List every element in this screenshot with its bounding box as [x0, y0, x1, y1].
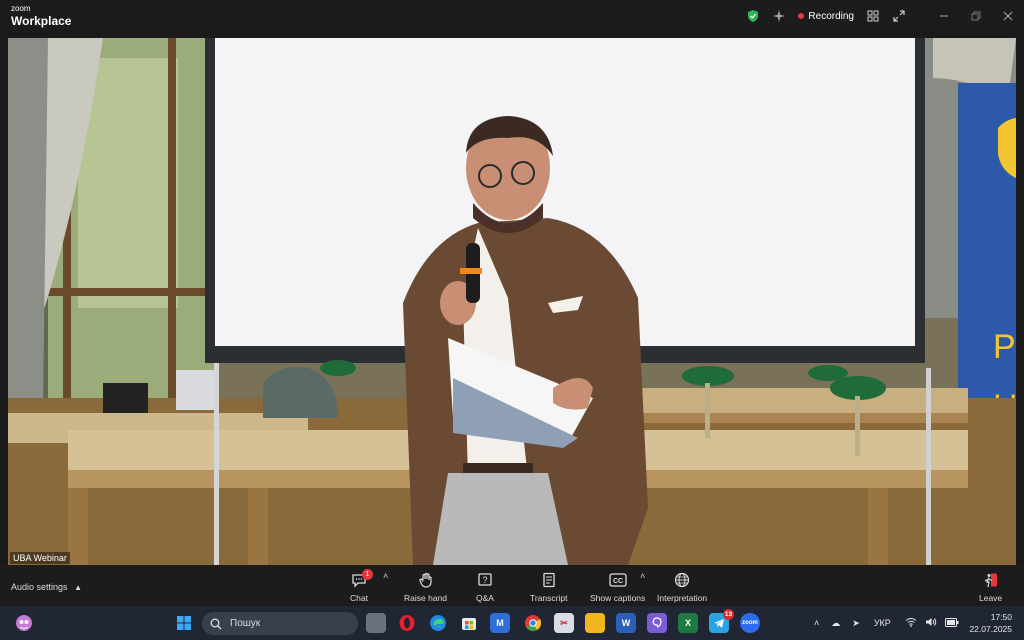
brand-name: Workplace [11, 14, 72, 28]
speaker-name-label: UBA Webinar [10, 552, 70, 564]
search-icon [210, 618, 222, 629]
chat-icon: 1 [350, 569, 373, 589]
telegram-unread-badge: 13 [723, 609, 734, 620]
excel-icon[interactable]: X [678, 613, 698, 633]
hand-icon [417, 571, 435, 589]
show-captions-label: Show captions [590, 593, 646, 603]
interpretation-button[interactable]: Interpretation [657, 571, 707, 603]
chat-label: Chat [350, 593, 368, 603]
minimize-button[interactable] [928, 0, 960, 32]
leave-button[interactable]: Leave [979, 571, 1002, 603]
location-arrow-icon[interactable]: ➤ [852, 618, 860, 629]
brand-small: zoom [11, 4, 31, 13]
onedrive-cloud-icon[interactable]: ☁ [831, 618, 840, 629]
qa-label: Q&A [476, 593, 494, 603]
title-bar-controls: Recording [740, 0, 1024, 32]
file-explorer-icon[interactable] [585, 613, 605, 633]
audio-settings-button[interactable]: Audio settings ▲ [11, 582, 82, 592]
audio-settings-label: Audio settings [11, 582, 68, 592]
word-icon[interactable]: W [616, 613, 636, 633]
telegram-icon[interactable]: 13 [709, 609, 734, 633]
opera-icon[interactable] [397, 613, 417, 633]
raise-hand-button[interactable]: Raise hand [404, 571, 447, 603]
zoom-app-icon[interactable]: zoom [740, 613, 760, 633]
show-captions-button[interactable]: CC Show captions [590, 571, 645, 603]
question-icon: ? [476, 571, 494, 589]
recording-dot-icon [798, 13, 805, 19]
chat-options-chevron-icon[interactable]: ˄ [383, 571, 388, 581]
show-hidden-icons-chevron-icon[interactable]: ˄ [814, 618, 819, 628]
gallery-view-icon[interactable] [862, 5, 884, 27]
chat-button[interactable]: 1 Chat [350, 569, 373, 603]
edge-icon[interactable] [428, 613, 448, 633]
taskbar-clock[interactable]: 17:50 22.07.2025 [969, 611, 1012, 635]
app-tile-icon[interactable]: M [490, 613, 510, 633]
chat-unread-badge: 1 [362, 569, 373, 580]
svg-text:?: ? [482, 575, 487, 585]
clock-time: 17:50 [990, 612, 1012, 622]
zoom-window: zoom Workplace Recording Р UBA Webinar A… [0, 0, 1024, 640]
video-frame-illustration: Р Н Г [8, 38, 1016, 565]
leave-label: Leave [979, 593, 1003, 603]
system-tray: ˄ ☁ ➤ УКР [814, 606, 959, 640]
ai-companion-icon[interactable] [768, 5, 790, 27]
windows-taskbar: Пошук M ✂ W X 13 zoom ˄ ☁ ➤ УКР 17:50 22… [0, 606, 1024, 640]
raise-hand-label: Raise hand [404, 593, 448, 603]
zoom-logo: zoom Workplace [11, 4, 72, 28]
clock-date: 22.07.2025 [969, 624, 1012, 634]
copilot-mascot-icon[interactable] [14, 613, 34, 633]
svg-text:CC: CC [613, 578, 623, 585]
task-view-icon[interactable] [366, 613, 386, 633]
shield-check-icon[interactable] [742, 5, 764, 27]
microsoft-store-icon[interactable] [459, 613, 479, 633]
taskbar-search-input[interactable]: Пошук [202, 612, 358, 635]
qa-button[interactable]: ? Q&A [476, 571, 494, 603]
transcript-icon [540, 571, 558, 589]
interpretation-label: Interpretation [657, 593, 708, 603]
windows-start-icon[interactable] [174, 613, 194, 633]
speaker-video[interactable]: Р Н Г [8, 38, 1016, 565]
volume-icon[interactable] [925, 617, 937, 629]
recording-indicator[interactable]: Recording [798, 11, 854, 22]
wifi-icon[interactable] [905, 617, 917, 629]
captions-options-chevron-icon[interactable]: ˄ [640, 571, 645, 581]
search-placeholder: Пошук [230, 618, 261, 629]
snipping-tool-icon[interactable]: ✂ [554, 613, 574, 633]
restore-button[interactable] [960, 0, 992, 32]
fullscreen-icon[interactable] [888, 5, 910, 27]
input-language[interactable]: УКР [874, 618, 891, 628]
meeting-controls: Audio settings ▲ 1 Chat ˄ Raise hand ? Q… [0, 565, 1024, 606]
transcript-button[interactable]: Transcript [530, 571, 567, 603]
close-button[interactable] [992, 0, 1024, 32]
cc-icon: CC [608, 571, 627, 589]
svg-text:Р: Р [993, 328, 1016, 366]
title-bar: zoom Workplace Recording [0, 0, 1024, 32]
leave-icon [982, 571, 1000, 589]
recording-label: Recording [808, 10, 854, 22]
chrome-icon[interactable] [523, 613, 543, 633]
viber-icon[interactable] [647, 613, 667, 633]
transcript-label: Transcript [530, 593, 568, 603]
chevron-up-icon: ▲ [74, 583, 82, 592]
globe-icon [673, 571, 691, 589]
battery-icon[interactable] [944, 617, 959, 629]
